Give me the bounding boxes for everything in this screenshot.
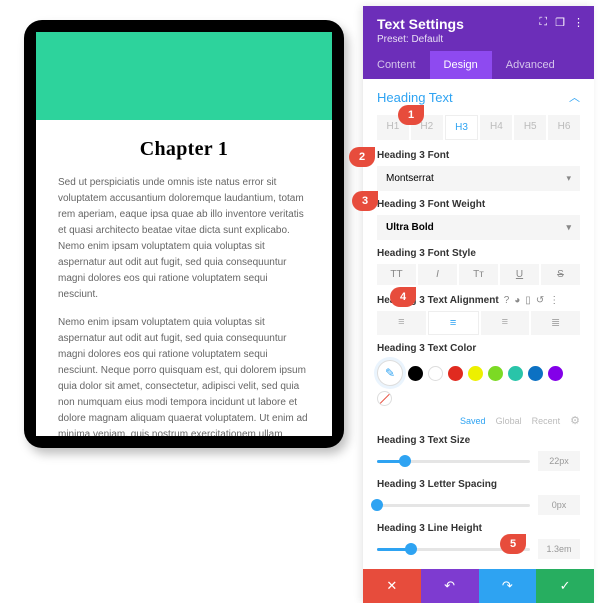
callout-2: 2 xyxy=(349,147,375,167)
size-label: Heading 3 Text Size xyxy=(377,435,580,446)
heading-h5[interactable]: H5 xyxy=(514,115,546,140)
heading-h6[interactable]: H6 xyxy=(548,115,580,140)
alignment-row: ≡ ≡ ≡ ≣ xyxy=(377,311,580,335)
weight-value: Ultra Bold xyxy=(386,222,434,233)
callout-4: 4 xyxy=(390,287,416,307)
menu-icon[interactable]: ⋮ xyxy=(573,16,584,29)
swatch-blue[interactable] xyxy=(528,366,543,381)
underline-button[interactable]: U xyxy=(500,264,539,285)
swatch-red[interactable] xyxy=(448,366,463,381)
letter-spacing-slider[interactable] xyxy=(377,504,530,507)
swatch-yellow[interactable] xyxy=(468,366,483,381)
style-label: Heading 3 Font Style xyxy=(377,248,580,259)
palette-tabs: Saved Global Recent ⚙ xyxy=(377,414,580,427)
align-justify-button[interactable]: ≣ xyxy=(531,311,580,335)
save-button[interactable]: ✓ xyxy=(536,569,594,603)
align-right-button[interactable]: ≡ xyxy=(481,311,530,335)
preview-paragraph: Sed ut perspiciatis unde omnis iste natu… xyxy=(58,175,310,303)
uppercase-button[interactable]: TT xyxy=(377,264,416,285)
help-icon[interactable]: ? xyxy=(504,295,510,306)
reset-icon[interactable]: ↺ xyxy=(536,295,544,306)
text-size-slider[interactable] xyxy=(377,460,530,463)
italic-button[interactable]: I xyxy=(418,264,457,285)
color-label: Heading 3 Text Color xyxy=(377,343,580,354)
preview-paragraph: Nemo enim ipsam voluptatem quia voluptas… xyxy=(58,315,310,436)
tab-design[interactable]: Design xyxy=(430,51,492,79)
palette-saved[interactable]: Saved xyxy=(460,416,486,426)
swatch-black[interactable] xyxy=(408,366,423,381)
redo-button[interactable]: ↷ xyxy=(479,569,537,603)
font-select[interactable]: Montserrat ▾ xyxy=(377,166,580,191)
letter-spacing-value[interactable]: 0px xyxy=(538,495,580,515)
undo-button[interactable]: ↶ xyxy=(421,569,479,603)
palette-global[interactable]: Global xyxy=(496,416,522,426)
color-swatches: ✎ xyxy=(377,360,580,406)
swatch-none[interactable] xyxy=(377,391,392,406)
cancel-button[interactable]: ✕ xyxy=(363,569,421,603)
panel-footer: ✕ ↶ ↷ ✓ xyxy=(363,569,594,603)
caret-icon: ▾ xyxy=(566,173,571,184)
font-label: Heading 3 Font xyxy=(377,150,580,161)
section-heading-text[interactable]: Heading Text ︿ xyxy=(363,79,594,109)
strikethrough-button[interactable]: S xyxy=(541,264,580,285)
align-left-button[interactable]: ≡ xyxy=(377,311,426,335)
tab-content[interactable]: Content xyxy=(363,51,430,79)
weight-label: Heading 3 Font Weight xyxy=(377,199,580,210)
callout-3: 3 xyxy=(352,191,378,211)
text-size-value[interactable]: 22px xyxy=(538,451,580,471)
panel-preset[interactable]: Preset: Default xyxy=(377,34,580,45)
swatch-teal[interactable] xyxy=(508,366,523,381)
swatch-green[interactable] xyxy=(488,366,503,381)
tablet-screen: Chapter 1 Sed ut perspiciatis unde omnis… xyxy=(36,32,332,436)
section-title: Heading Text xyxy=(377,90,453,105)
lineheight-label: Heading 3 Line Height xyxy=(377,523,580,534)
eyedropper-button[interactable]: ✎ xyxy=(377,360,403,386)
smallcaps-button[interactable]: Tᴛ xyxy=(459,264,498,285)
expand-icon[interactable]: ⛶ xyxy=(539,16,547,29)
spacing-label: Heading 3 Letter Spacing xyxy=(377,479,580,490)
panel-tabs: Content Design Advanced xyxy=(363,51,594,79)
callout-1: 1 xyxy=(398,105,424,125)
heading-h4[interactable]: H4 xyxy=(480,115,512,140)
drag-icon[interactable]: ❐ xyxy=(555,16,565,29)
weight-select[interactable]: Ultra Bold ▾ xyxy=(377,215,580,240)
align-center-button[interactable]: ≡ xyxy=(428,311,479,335)
tablet-preview: Chapter 1 Sed ut perspiciatis unde omnis… xyxy=(24,20,344,448)
caret-icon: ▾ xyxy=(566,222,571,233)
panel-header: Text Settings Preset: Default ⛶ ❐ ⋮ xyxy=(363,6,594,51)
callout-5: 5 xyxy=(500,534,526,554)
heading-h3[interactable]: H3 xyxy=(445,115,479,140)
more-icon[interactable]: ⋮ xyxy=(549,295,559,306)
font-value: Montserrat xyxy=(386,173,434,184)
chevron-up-icon: ︿ xyxy=(569,89,580,105)
swatch-white[interactable] xyxy=(428,366,443,381)
tab-advanced[interactable]: Advanced xyxy=(492,51,569,79)
chapter-heading: Chapter 1 xyxy=(58,138,310,161)
gear-icon[interactable]: ⚙ xyxy=(570,414,580,427)
device-icon[interactable]: ▯ xyxy=(525,295,531,306)
preview-content: Chapter 1 Sed ut perspiciatis unde omnis… xyxy=(36,120,332,436)
preview-banner xyxy=(36,32,332,120)
swatch-purple[interactable] xyxy=(548,366,563,381)
palette-recent[interactable]: Recent xyxy=(532,416,561,426)
hover-icon[interactable]: ◕ xyxy=(514,295,520,306)
line-height-value[interactable]: 1.3em xyxy=(538,539,580,559)
font-style-row: TT I Tᴛ U S xyxy=(377,264,580,285)
